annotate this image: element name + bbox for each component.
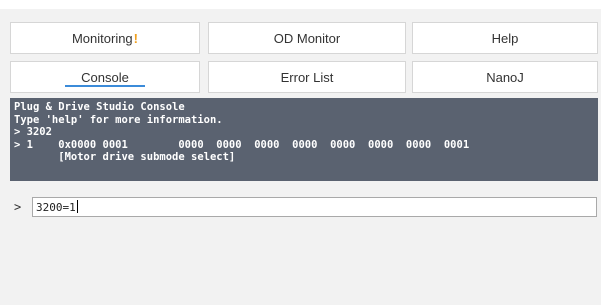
warning-icon: ! [133,30,139,46]
main-panel: Monitoring ! OD Monitor Help Console Err… [0,0,601,305]
console-line: Plug & Drive Studio Console [14,101,185,113]
tab-monitoring[interactable]: Monitoring ! [10,22,200,54]
tab-nanoj[interactable]: NanoJ [412,61,598,93]
command-prompt: > [14,200,22,214]
console-line: > 1 0x0000 0001 0000 0000 0000 0000 0000… [14,138,470,151]
console-line: > 3202 [14,126,52,139]
tab-error-list[interactable]: Error List [208,61,406,93]
text-caret [76,200,78,213]
tab-console[interactable]: Console [10,61,200,93]
tab-label: OD Monitor [273,30,341,46]
tab-label: Monitoring [71,30,133,46]
tab-bar: Monitoring ! OD Monitor Help Console Err… [10,22,598,100]
console-line: Type 'help' for more information. [14,113,223,126]
tab-label: NanoJ [486,69,524,85]
tab-row-2: Console Error List NanoJ [10,61,598,95]
tab-label: Error List [280,69,334,85]
command-input[interactable]: 3200=1 [32,197,597,217]
tab-label: Console [81,69,129,85]
tab-help[interactable]: Help [412,22,598,54]
console-output[interactable]: Plug & Drive Studio Console Type 'help' … [10,98,601,181]
command-input-value: 3200=1 [36,201,76,214]
top-strip [0,0,601,9]
tab-label: Help [491,30,519,46]
tab-row-1: Monitoring ! OD Monitor Help [10,22,598,56]
command-row: > 3200=1 [10,197,598,219]
tab-od-monitor[interactable]: OD Monitor [208,22,406,54]
active-tab-indicator [65,85,145,87]
console-line: [Motor drive submode select] [14,151,236,164]
